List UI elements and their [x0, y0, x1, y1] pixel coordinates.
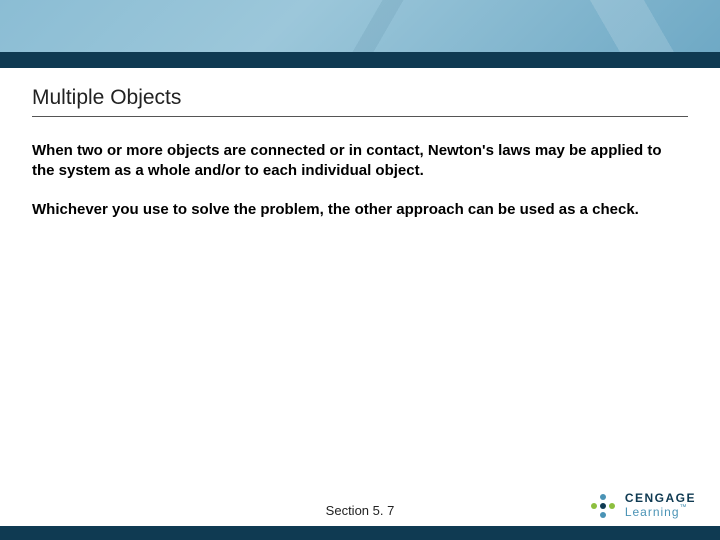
cengage-logo: CENGAGE Learning™	[589, 492, 696, 520]
body-paragraph: When two or more objects are connected o…	[32, 141, 672, 182]
slide-title: Multiple Objects	[32, 86, 688, 110]
title-underline	[32, 116, 688, 117]
trademark-icon: ™	[680, 504, 687, 511]
logo-text: CENGAGE Learning™	[625, 492, 696, 520]
footer-dark-bar	[0, 526, 720, 540]
logo-line2: Learning	[625, 505, 680, 519]
slide-footer: Section 5. 7 CENGAGE Learning™	[0, 503, 720, 540]
body-paragraph: Whichever you use to solve the problem, …	[32, 200, 672, 220]
logo-mark-icon	[589, 492, 617, 520]
logo-line1: CENGAGE	[625, 492, 696, 504]
header-dark-bar	[0, 52, 720, 68]
slide-content: Multiple Objects When two or more object…	[0, 68, 720, 220]
header-decorative-band	[0, 0, 720, 52]
